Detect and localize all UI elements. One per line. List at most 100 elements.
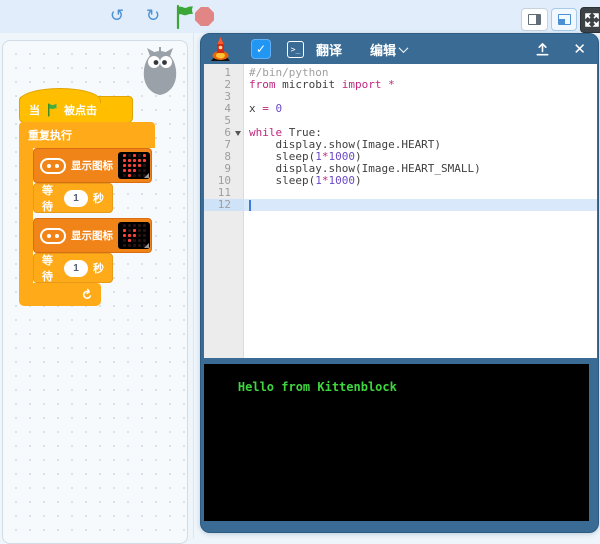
led-dot	[138, 234, 141, 237]
led-dot	[143, 234, 146, 237]
layout-right-panel-icon	[528, 14, 541, 25]
layout-small-stage-button[interactable]	[521, 8, 548, 31]
led-dot	[133, 229, 136, 232]
code-line[interactable]: sleep(1*1000)	[244, 175, 597, 187]
led-dot	[138, 169, 141, 172]
led-dot	[123, 164, 126, 167]
led-dot	[128, 159, 131, 162]
code-editor[interactable]: 123456789101112 #/bin/pythonfrom microbi…	[204, 64, 597, 358]
loop-arrow-icon: ↻	[77, 285, 96, 303]
edit-menu[interactable]: 编辑	[370, 40, 407, 59]
led-dot	[133, 239, 136, 242]
translate-menu[interactable]: 翻译	[316, 40, 342, 59]
led-dot	[123, 224, 126, 227]
led-dot	[128, 224, 131, 227]
led-dot	[123, 229, 126, 232]
edit-label: 编辑	[370, 40, 396, 59]
led-dot	[128, 154, 131, 157]
upload-icon	[534, 41, 551, 58]
led-dot	[123, 154, 126, 157]
repeat-block-bottom[interactable]: ↻	[19, 283, 101, 306]
top-toolbar: ↺ ↻	[0, 0, 600, 33]
owl-icon	[137, 43, 183, 99]
code-panel-header: ✓ >_ 翻译 编辑 ✕	[201, 34, 598, 64]
close-panel-button[interactable]: ✕	[573, 40, 586, 58]
led-dot	[133, 154, 136, 157]
led-dot	[143, 169, 146, 172]
fullscreen-button[interactable]	[580, 7, 600, 33]
repeat-forever-block[interactable]: 重复执行	[19, 122, 155, 148]
code-line[interactable]	[244, 187, 597, 199]
code-line[interactable]	[244, 199, 597, 211]
wait-value-input[interactable]: 1	[64, 260, 88, 277]
microbit-icon	[40, 228, 66, 244]
led-dot	[128, 229, 131, 232]
translate-label: 翻译	[316, 40, 342, 59]
led-dot	[138, 164, 141, 167]
terminal-text: Hello from Kittenblock	[238, 380, 397, 394]
show-icon-block-heart[interactable]: 显示图标	[33, 148, 152, 183]
upload-button[interactable]	[534, 41, 551, 58]
wait-unit: 秒	[93, 190, 104, 206]
blocks-workspace[interactable]: 当 被点击 重复执行 ↻ 显示图标 等待 1 秒 显示图标 等待 1 秒	[2, 40, 188, 544]
led-dot	[138, 244, 141, 247]
hat-label-suffix: 被点击	[64, 102, 97, 118]
fold-arrow-icon[interactable]	[235, 131, 241, 136]
led-dot	[128, 164, 131, 167]
code-line[interactable]	[244, 91, 597, 103]
code-line[interactable]: from microbit import *	[244, 79, 597, 91]
led-dot	[133, 224, 136, 227]
led-dot	[123, 239, 126, 242]
chevron-down-icon	[399, 43, 409, 53]
stop-button[interactable]	[195, 7, 214, 26]
wait-value-input[interactable]: 1	[64, 190, 88, 207]
show-icon-block-heart-small[interactable]: 显示图标	[33, 218, 152, 253]
editor-gutter: 123456789101112	[204, 64, 244, 358]
led-dot	[143, 224, 146, 227]
led-matrix-heart-small[interactable]	[118, 222, 150, 249]
green-flag-button[interactable]	[171, 3, 196, 30]
led-dot	[128, 174, 131, 177]
layout-split-stage-button[interactable]	[551, 8, 577, 31]
text-cursor	[249, 200, 251, 211]
matrix-dropdown-icon	[144, 243, 149, 248]
repeat-block-arm[interactable]	[19, 148, 33, 283]
show-icon-label: 显示图标	[71, 228, 113, 243]
led-dot	[143, 229, 146, 232]
wait-block-1[interactable]: 等待 1 秒	[33, 183, 113, 213]
led-dot	[123, 159, 126, 162]
led-dot	[133, 234, 136, 237]
led-dot	[138, 154, 141, 157]
hat-label-prefix: 当	[29, 102, 40, 118]
flag-icon	[45, 103, 59, 117]
led-dot	[123, 244, 126, 247]
editor-code[interactable]: #/bin/pythonfrom microbit import *x = 0w…	[244, 64, 597, 358]
expand-arrows-icon	[585, 13, 599, 27]
code-line[interactable]: x = 0	[244, 103, 597, 115]
terminal-output[interactable]: Hello from Kittenblock	[204, 364, 589, 521]
led-dot	[128, 239, 131, 242]
redo-button[interactable]: ↻	[140, 3, 166, 29]
led-dot	[143, 164, 146, 167]
gutter-line-number: 12	[204, 199, 243, 211]
wait-label: 等待	[42, 252, 59, 284]
show-icon-label: 显示图标	[71, 158, 113, 173]
auto-refresh-checkbox[interactable]: ✓	[251, 39, 271, 59]
undo-button[interactable]: ↺	[104, 3, 130, 29]
led-dot	[143, 239, 146, 242]
led-matrix-heart[interactable]	[118, 152, 150, 179]
led-dot	[133, 164, 136, 167]
wait-block-2[interactable]: 等待 1 秒	[33, 253, 113, 283]
led-dot	[133, 174, 136, 177]
led-dot	[138, 159, 141, 162]
terminal-toggle-button[interactable]: >_	[287, 41, 304, 58]
led-dot	[133, 169, 136, 172]
owl-sprite[interactable]	[137, 43, 183, 104]
wait-unit: 秒	[93, 260, 104, 276]
green-flag-icon	[172, 4, 196, 30]
led-dot	[133, 244, 136, 247]
when-flag-clicked-block[interactable]: 当 被点击	[19, 96, 133, 123]
led-dot	[138, 224, 141, 227]
panel-splitter[interactable]	[193, 33, 194, 538]
led-dot	[128, 244, 131, 247]
